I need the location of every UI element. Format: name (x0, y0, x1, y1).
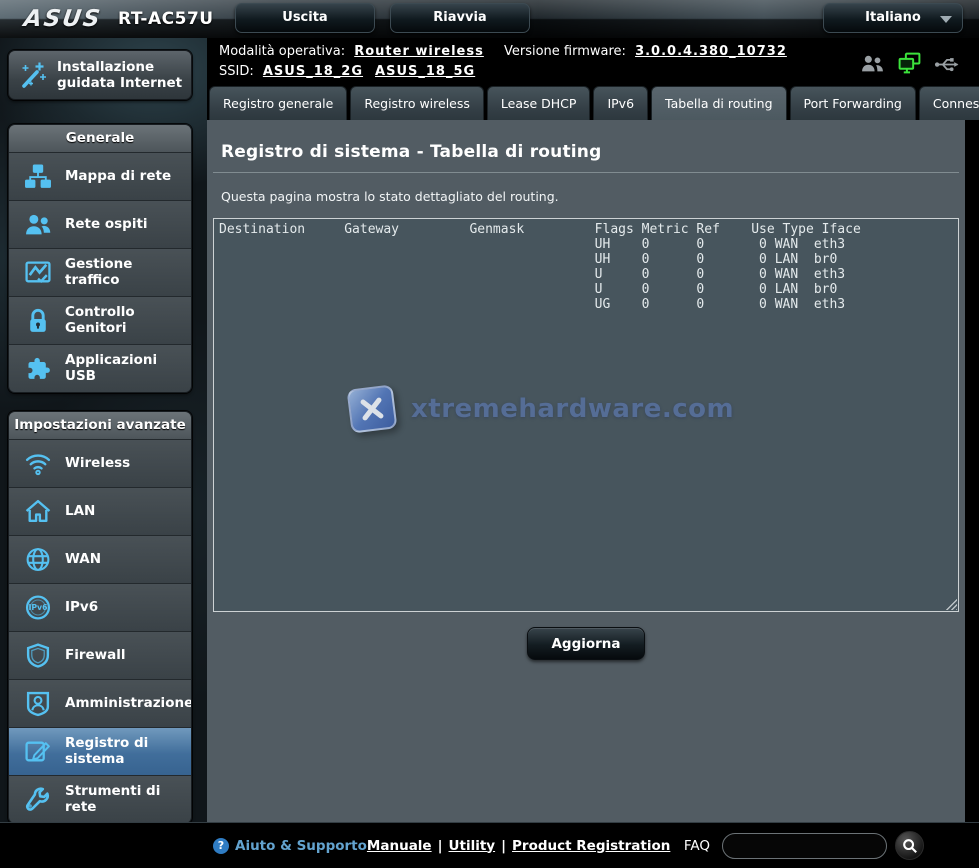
sidebar-item-label: Strumenti di rete (65, 784, 191, 815)
guest-network-icon (19, 211, 57, 238)
page-description: Questa pagina mostra lo stato dettagliat… (207, 173, 965, 218)
asus-logo: ASUS (22, 6, 103, 32)
sidebar-item-mappa-di-rete[interactable]: Mappa di rete (9, 152, 191, 200)
sidebar-item-label: Wireless (65, 456, 130, 472)
network-tools-icon (19, 786, 57, 813)
language-value: Italiano (865, 10, 921, 25)
lan-icon (19, 498, 57, 525)
operation-mode-label: Modalità operativa: (219, 44, 345, 59)
main-content: Registro di sistema - Tabella di routing… (207, 120, 965, 822)
sidebar-item-amministrazione[interactable]: Amministrazione (9, 679, 191, 727)
routing-table-text: Destination Gateway Genmask Flags Metric… (214, 219, 958, 611)
sidebar-item-wan[interactable]: WAN (9, 535, 191, 583)
sidebar-item-strumenti-di-rete[interactable]: Strumenti di rete (9, 775, 191, 823)
sidebar-item-wireless[interactable]: Wireless (9, 439, 191, 487)
sidebar-item-controllo-genitori[interactable]: Controllo Genitori (9, 296, 191, 344)
top-bar: ASUS RT-AC57U Uscita Riavvia Italiano (0, 0, 979, 38)
wireless-icon (19, 450, 57, 477)
sidebar-section-title: Generale (9, 125, 191, 152)
ssid-link-asus-18-5g[interactable]: ASUS_18_5G (375, 64, 475, 79)
clients-icon[interactable] (860, 53, 885, 74)
sidebar-item-firewall[interactable]: Firewall (9, 631, 191, 679)
tab-connessioni[interactable]: Connessioni (919, 86, 979, 120)
sidebar-item-label: Mappa di rete (65, 169, 171, 185)
wan-icon (19, 546, 57, 573)
sidebar-item-label: WAN (65, 552, 101, 568)
lan-status-icon[interactable] (897, 52, 922, 74)
sidebar-item-ipv6[interactable]: IPv6 IPv6 (9, 583, 191, 631)
firmware-version-link[interactable]: 3.0.0.4.380_10732 (635, 44, 787, 59)
search-icon (902, 838, 918, 854)
sidebar-section-generale: Generale Mappa di rete Rete ospiti Gestione… (8, 124, 192, 393)
sidebar-item-lan[interactable]: LAN (9, 487, 191, 535)
log-tabs: Registro generaleRegistro wirelessLease … (207, 85, 979, 120)
sidebar-item-label: IPv6 (65, 600, 98, 616)
refresh-button[interactable]: Aggiorna (527, 627, 645, 660)
footer-link-separator: | (438, 838, 443, 854)
sidebar-item-label: Registro di sistema (65, 736, 191, 767)
sidebar: Installazione guidata Internet Generale M… (0, 38, 207, 822)
routing-table-textarea[interactable]: Destination Gateway Genmask Flags Metric… (213, 218, 959, 612)
sidebar-sections: Generale Mappa di rete Rete ospiti Gestione… (8, 124, 192, 824)
administration-icon (19, 690, 57, 717)
sidebar-item-label: Applicazioni USB (65, 353, 191, 384)
sidebar-section-title: Impostazioni avanzate (9, 412, 191, 439)
usb-application-icon (19, 355, 57, 382)
question-icon: ? (213, 838, 229, 854)
tab-tabella-di-routing[interactable]: Tabella di routing (651, 86, 786, 120)
system-log-icon (19, 738, 57, 765)
ssid-links: ASUS_18_2G ASUS_18_5G (263, 64, 487, 79)
page-title: Registro di sistema - Tabella di routing (207, 120, 965, 162)
operation-mode-link[interactable]: Router wireless (354, 44, 484, 59)
status-bar: Modalità operativa: Router wireless Vers… (207, 38, 979, 85)
title-separator (213, 172, 959, 173)
firmware-label: Versione firmware: (504, 44, 626, 59)
reboot-button[interactable]: Riavvia (390, 3, 530, 33)
ssid-label: SSID: (219, 64, 254, 79)
help-support-label: Aiuto & Supporto (235, 838, 367, 854)
sidebar-item-label: LAN (65, 504, 95, 520)
network-map-icon (19, 163, 57, 190)
traffic-manager-icon (19, 259, 57, 286)
footer-link-manuale[interactable]: Manuale (367, 838, 432, 854)
faq-search-input[interactable] (722, 833, 887, 859)
firewall-icon (19, 642, 57, 669)
tab-lease-dhcp[interactable]: Lease DHCP (487, 86, 591, 120)
footer-bar: ? Aiuto & Supporto Manuale | Utility | Produ… (0, 822, 979, 868)
faq-search-button[interactable] (895, 831, 924, 860)
magic-wand-icon (15, 59, 51, 91)
ssid-link-asus-18-2g[interactable]: ASUS_18_2G (263, 64, 363, 79)
sidebar-item-registro-di-sistema[interactable]: Registro di sistema (9, 727, 191, 775)
tab-registro-generale[interactable]: Registro generale (209, 86, 347, 120)
svg-text:IPv6: IPv6 (28, 603, 47, 612)
sidebar-section-impostazioni-avanzate: Impostazioni avanzateWirelessLANWANIPv6I… (8, 411, 192, 824)
language-select[interactable]: Italiano (823, 3, 963, 33)
parental-control-icon (19, 307, 57, 334)
sidebar-item-gestione-traffico[interactable]: Gestione traffico (9, 248, 191, 296)
faq-label: FAQ (684, 838, 710, 854)
usb-status-icon[interactable] (934, 54, 961, 73)
sidebar-item-label: Controllo Genitori (65, 305, 191, 336)
wizard-label: Installazione guidata Internet (57, 59, 185, 91)
sidebar-item-label: Firewall (65, 648, 126, 664)
status-icons (860, 52, 961, 74)
footer-link-separator: | (501, 838, 506, 854)
chevron-down-icon (940, 16, 952, 23)
ipv6-icon: IPv6 (19, 594, 57, 621)
sidebar-item-applicazioni-usb[interactable]: Applicazioni USB (9, 344, 191, 392)
sidebar-item-rete-ospiti[interactable]: Rete ospiti (9, 200, 191, 248)
footer-link-product-registration[interactable]: Product Registration (512, 838, 670, 854)
footer-link-utility[interactable]: Utility (449, 838, 496, 854)
tab-port-forwarding[interactable]: Port Forwarding (790, 86, 916, 120)
router-model: RT-AC57U (118, 9, 214, 29)
sidebar-item-quick-internet-setup[interactable]: Installazione guidata Internet (8, 50, 192, 100)
sidebar-item-label: Gestione traffico (65, 257, 191, 288)
logout-button[interactable]: Uscita (235, 3, 375, 33)
tab-registro-wireless[interactable]: Registro wireless (350, 86, 484, 120)
sidebar-item-label: Rete ospiti (65, 217, 148, 233)
footer-links: Manuale | Utility | Product Registration (367, 838, 670, 854)
sidebar-item-label: Amministrazione (65, 696, 192, 712)
tab-ipv6[interactable]: IPv6 (593, 86, 648, 120)
